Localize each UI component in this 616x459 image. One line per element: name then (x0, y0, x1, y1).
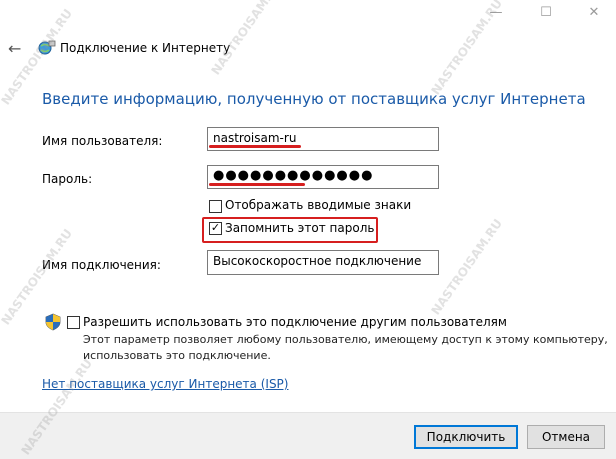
no-isp-link[interactable]: Нет поставщика услуг Интернета (ISP) (42, 377, 288, 391)
remember-password-checkbox[interactable]: ✓ (209, 222, 222, 235)
username-highlight (209, 145, 301, 148)
uac-shield-icon (45, 313, 61, 331)
watermark: NASTROISAM.RU (428, 216, 506, 318)
cancel-button[interactable]: Отмена (527, 425, 605, 449)
show-chars-label[interactable]: Отображать вводимые знаки (225, 198, 411, 212)
network-globe-icon (38, 40, 56, 56)
password-highlight (209, 183, 305, 186)
username-label: Имя пользователя: (42, 134, 163, 148)
connect-button[interactable]: Подключить (414, 425, 518, 449)
page-heading: Введите информацию, полученную от постав… (42, 90, 586, 108)
footer-bar (0, 412, 616, 459)
back-arrow-icon[interactable]: ← (8, 39, 21, 58)
window-title: Подключение к Интернету (60, 41, 231, 55)
show-chars-checkbox[interactable] (209, 200, 222, 213)
maximize-button[interactable]: ☐ (536, 6, 556, 20)
connection-name-label: Имя подключения: (42, 258, 161, 272)
checkmark-icon: ✓ (210, 221, 221, 234)
allow-others-label[interactable]: Разрешить использовать это подключение д… (83, 315, 507, 329)
close-button[interactable]: ✕ (584, 6, 604, 20)
allow-others-checkbox[interactable] (67, 316, 80, 329)
allow-others-description: Этот параметр позволяет любому пользоват… (83, 333, 608, 362)
minimize-button[interactable]: — (486, 6, 506, 20)
watermark: NASTROISAM.RU (0, 226, 76, 328)
connection-name-input[interactable]: Высокоскоростное подключение (207, 250, 439, 275)
remember-password-label[interactable]: Запомнить этот пароль (225, 221, 374, 235)
password-label: Пароль: (42, 172, 93, 186)
watermark: NASTROISAM.RU (208, 0, 286, 78)
